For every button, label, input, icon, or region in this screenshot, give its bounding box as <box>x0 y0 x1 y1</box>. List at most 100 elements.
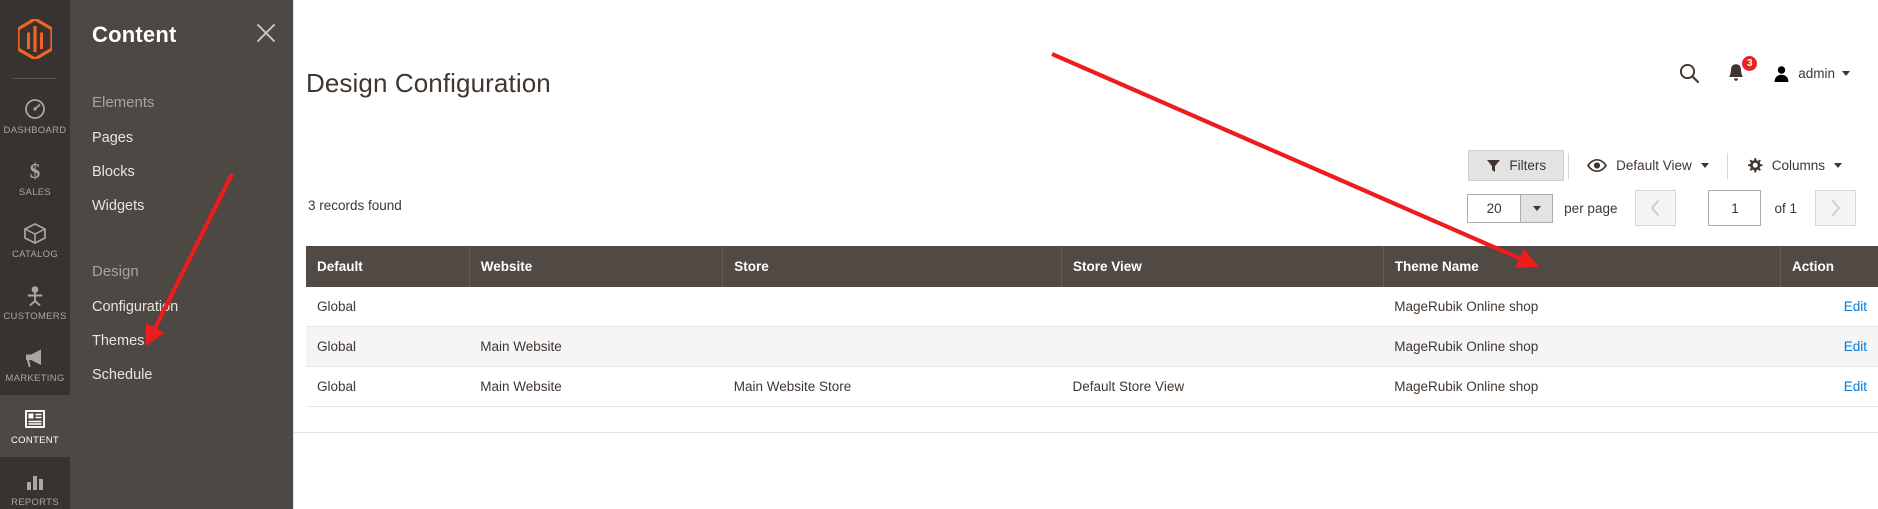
column-header-store-view[interactable]: Store View <box>1061 246 1384 287</box>
sidebar-item-marketing[interactable]: MARKETING <box>0 333 70 395</box>
column-header-action: Action <box>1780 246 1878 287</box>
chevron-down-icon <box>1842 70 1850 76</box>
gear-icon <box>1747 158 1763 173</box>
cell-default: Global <box>306 287 470 327</box>
chevron-down-icon <box>1834 163 1842 168</box>
admin-menu[interactable]: admin <box>1772 64 1850 83</box>
person-icon <box>22 283 48 307</box>
panel-group-title-design: Design <box>92 263 139 280</box>
cell-store-view: Default Store View <box>1061 366 1384 407</box>
eye-icon <box>1587 158 1608 173</box>
edit-link[interactable]: Edit <box>1844 379 1867 394</box>
column-header-store[interactable]: Store <box>722 246 1063 287</box>
grid-toolbar: Filters Default View Columns <box>1468 150 1856 181</box>
column-header-website[interactable]: Website <box>469 246 724 287</box>
sidebar-item-catalog[interactable]: CATALOG <box>0 209 70 271</box>
cell-store: Main Website Store <box>722 366 1062 407</box>
column-header-default[interactable]: Default <box>306 246 470 287</box>
toolbar-divider <box>1568 152 1570 179</box>
prev-page-button[interactable] <box>1635 190 1677 226</box>
panel-link-widgets[interactable]: Widgets <box>70 189 293 223</box>
table-row[interactable]: Global MageRubik Online shop Edit <box>306 287 1878 327</box>
magento-logo-icon <box>18 19 52 59</box>
cell-store-view <box>1061 287 1384 327</box>
panel-link-pages[interactable]: Pages <box>70 121 293 155</box>
sidebar-item-label: CATALOG <box>11 248 59 260</box>
chevron-down-icon[interactable] <box>1520 194 1553 222</box>
table-row[interactable]: Global Main Website MageRubik Online sho… <box>306 326 1878 367</box>
content-bottom-divider <box>294 432 1878 433</box>
sidebar-item-reports[interactable]: REPORTS <box>0 457 70 509</box>
sidebar-item-content[interactable]: CONTENT <box>0 395 70 457</box>
sidebar-item-customers[interactable]: CUSTOMERS <box>0 271 70 333</box>
columns-label: Columns <box>1771 158 1825 173</box>
cell-theme-name: MageRubik Online shop <box>1383 366 1781 407</box>
filters-button[interactable]: Filters <box>1468 150 1565 181</box>
content-flyout-panel: Content Elements Pages Blocks Widgets De… <box>70 0 293 509</box>
funnel-icon <box>1487 160 1501 172</box>
panel-body: Elements Pages Blocks Widgets Design Con… <box>70 80 293 392</box>
search-icon <box>1680 63 1700 84</box>
edit-link[interactable]: Edit <box>1844 339 1867 354</box>
toolbar-divider <box>1726 152 1728 179</box>
notifications-button[interactable]: 3 <box>1726 55 1759 84</box>
default-view-label: Default View <box>1616 158 1692 173</box>
panel-link-configuration[interactable]: Configuration <box>70 290 293 324</box>
magento-logo[interactable] <box>0 0 70 78</box>
per-page-select[interactable]: 20 <box>1467 193 1554 223</box>
search-button[interactable] <box>1678 62 1700 84</box>
filters-label: Filters <box>1509 158 1547 173</box>
svg-text:$: $ <box>30 159 41 183</box>
rail-divider <box>13 78 57 79</box>
cell-theme-name: MageRubik Online shop <box>1383 326 1781 367</box>
dollar-icon: $ <box>22 159 48 183</box>
per-page-value: 20 <box>1486 200 1502 216</box>
sidebar-item-label: CUSTOMERS <box>3 310 67 322</box>
default-view-dropdown[interactable]: Default View <box>1573 151 1723 180</box>
table-row[interactable]: Global Main Website Main Website Store D… <box>306 366 1878 407</box>
panel-link-blocks[interactable]: Blocks <box>70 155 293 189</box>
cell-default: Global <box>306 326 470 367</box>
cell-theme-name: MageRubik Online shop <box>1383 287 1781 327</box>
chevron-down-icon <box>1700 163 1709 168</box>
sidebar-item-label: DASHBOARD <box>3 124 67 136</box>
megaphone-icon <box>22 345 48 369</box>
sidebar-item-dashboard[interactable]: DASHBOARD <box>0 85 70 147</box>
sidebar-item-sales[interactable]: $ SALES <box>0 147 70 209</box>
cell-store <box>722 287 1062 327</box>
panel-group-title-elements: Elements <box>92 94 155 111</box>
current-page-input[interactable]: 1 <box>1708 190 1762 226</box>
main-content: 3 admin Design Configuration Filters Def… <box>293 0 1878 509</box>
sidebar-item-label: REPORTS <box>11 496 59 508</box>
columns-dropdown[interactable]: Columns <box>1732 150 1856 181</box>
chevron-right-icon <box>1832 200 1840 216</box>
per-page-label: per page <box>1564 200 1618 216</box>
records-found-label: 3 records found <box>308 198 402 213</box>
edit-link[interactable]: Edit <box>1844 299 1867 314</box>
layout-icon <box>22 407 48 431</box>
sidebar-item-label: SALES <box>18 186 52 198</box>
close-icon[interactable] <box>253 20 279 46</box>
cell-store-view <box>1061 326 1384 367</box>
admin-name-label: admin <box>1798 65 1835 81</box>
page-title: Design Configuration <box>306 68 551 98</box>
bar-chart-icon <box>22 469 48 493</box>
cell-website: Main Website <box>469 326 723 367</box>
cell-website: Main Website <box>469 366 723 407</box>
design-configuration-grid: Default Website Store Store View Theme N… <box>306 246 1878 407</box>
table-header-row: Default Website Store Store View Theme N… <box>306 246 1878 287</box>
column-header-theme-name[interactable]: Theme Name <box>1383 246 1781 287</box>
pagination: 20 per page 1 of 1 <box>1467 190 1856 226</box>
primary-nav-rail: DASHBOARD $ SALES CATALOG CUSTOMERS MARK… <box>0 0 70 509</box>
cell-store <box>722 326 1062 367</box>
sidebar-item-label: CONTENT <box>10 434 59 446</box>
panel-title: Content <box>92 22 177 47</box>
admin-screen: DASHBOARD $ SALES CATALOG CUSTOMERS MARK… <box>0 0 1878 509</box>
next-page-button[interactable] <box>1815 190 1856 226</box>
panel-link-schedule[interactable]: Schedule <box>70 358 293 392</box>
sidebar-item-label: MARKETING <box>5 372 65 384</box>
total-pages-label: of 1 <box>1774 200 1797 216</box>
panel-link-themes[interactable]: Themes <box>70 324 293 358</box>
chevron-left-icon <box>1651 200 1660 216</box>
notification-badge: 3 <box>1741 55 1759 72</box>
